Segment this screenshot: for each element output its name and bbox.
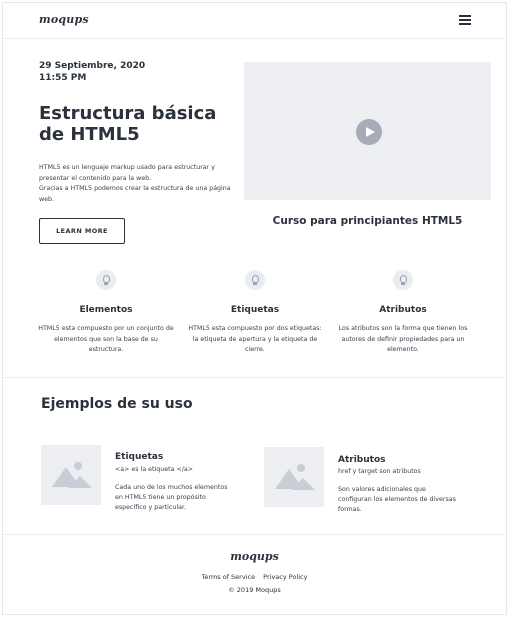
hero-title: Estructura básica de HTML5 xyxy=(39,103,217,145)
feature-card-atributos: Atributos Los atributos son la forma que… xyxy=(333,270,473,356)
feature-card-elementos: Elementos HTML5 esta compuesto por un co… xyxy=(36,270,176,356)
section-divider xyxy=(3,377,506,378)
privacy-policy-link[interactable]: Privacy Policy xyxy=(263,573,307,581)
feature-text: HTML5 esta compuesto por un conjunto de … xyxy=(38,325,174,353)
feature-title: Etiquetas xyxy=(230,305,280,315)
example-subtitle: href y target son atributos xyxy=(338,468,421,475)
example-text: Cada uno de los muchos elementos en HTML… xyxy=(115,484,228,511)
feature-card-etiquetas: Etiquetas HTML5 esta compuesto por dos e… xyxy=(185,270,325,356)
copyright-text: © 2019 Moqups xyxy=(228,586,281,594)
footer-logo[interactable]: moqups xyxy=(3,550,506,563)
footer-links: Terms of Service Privacy Policy xyxy=(3,573,506,581)
feature-text: Los atributos son la forma que tienen lo… xyxy=(338,325,468,353)
video-caption: Curso para principiantes HTML5 xyxy=(272,215,463,227)
video-player[interactable] xyxy=(244,62,491,200)
example-title: Atributos xyxy=(338,455,386,465)
hero-description: HTML5 es un lenguaje markup usado para e… xyxy=(39,163,239,205)
feature-text: HTML5 esta compuesto por dos etiquetas: … xyxy=(188,325,322,353)
page-frame: moqups 29 Septiembre, 2020 11:55 PM Estr… xyxy=(2,2,507,615)
lightbulb-icon xyxy=(245,270,265,290)
image-placeholder-icon xyxy=(41,445,101,505)
example-card-atributos: Atributos href y target son atributos So… xyxy=(264,447,464,517)
lightbulb-icon xyxy=(393,270,413,290)
example-subtitle: <a> es la etiqueta </a> xyxy=(115,466,193,473)
post-time: 11:55 PM xyxy=(39,73,87,83)
feature-title: Atributos xyxy=(379,305,427,315)
examples-section-title: Ejemplos de su uso xyxy=(41,396,193,412)
learn-more-button[interactable]: LEARN MORE xyxy=(39,218,125,244)
post-date: 29 Septiembre, 2020 xyxy=(39,61,146,71)
feature-title: Elementos xyxy=(79,305,133,315)
footer-divider xyxy=(3,534,506,535)
example-title: Etiquetas xyxy=(115,452,164,462)
hamburger-icon[interactable] xyxy=(459,15,471,25)
example-card-etiquetas: Etiquetas <a> es la etiqueta </a> Cada u… xyxy=(41,445,241,515)
hero-text-1: HTML5 es un lenguaje markup usado para e… xyxy=(39,164,215,182)
header-logo[interactable]: moqups xyxy=(39,13,89,26)
example-text: Son valores adicionales que configuran l… xyxy=(338,486,456,513)
hero-text-2: Gracias a HTML5 podemos crear la estruct… xyxy=(39,185,231,203)
image-placeholder-icon xyxy=(264,447,324,507)
lightbulb-icon xyxy=(96,270,116,290)
terms-of-service-link[interactable]: Terms of Service xyxy=(202,573,256,581)
top-navbar: moqups xyxy=(3,3,506,39)
post-datetime: 29 Septiembre, 2020 11:55 PM xyxy=(39,60,145,84)
play-icon[interactable] xyxy=(356,119,382,145)
